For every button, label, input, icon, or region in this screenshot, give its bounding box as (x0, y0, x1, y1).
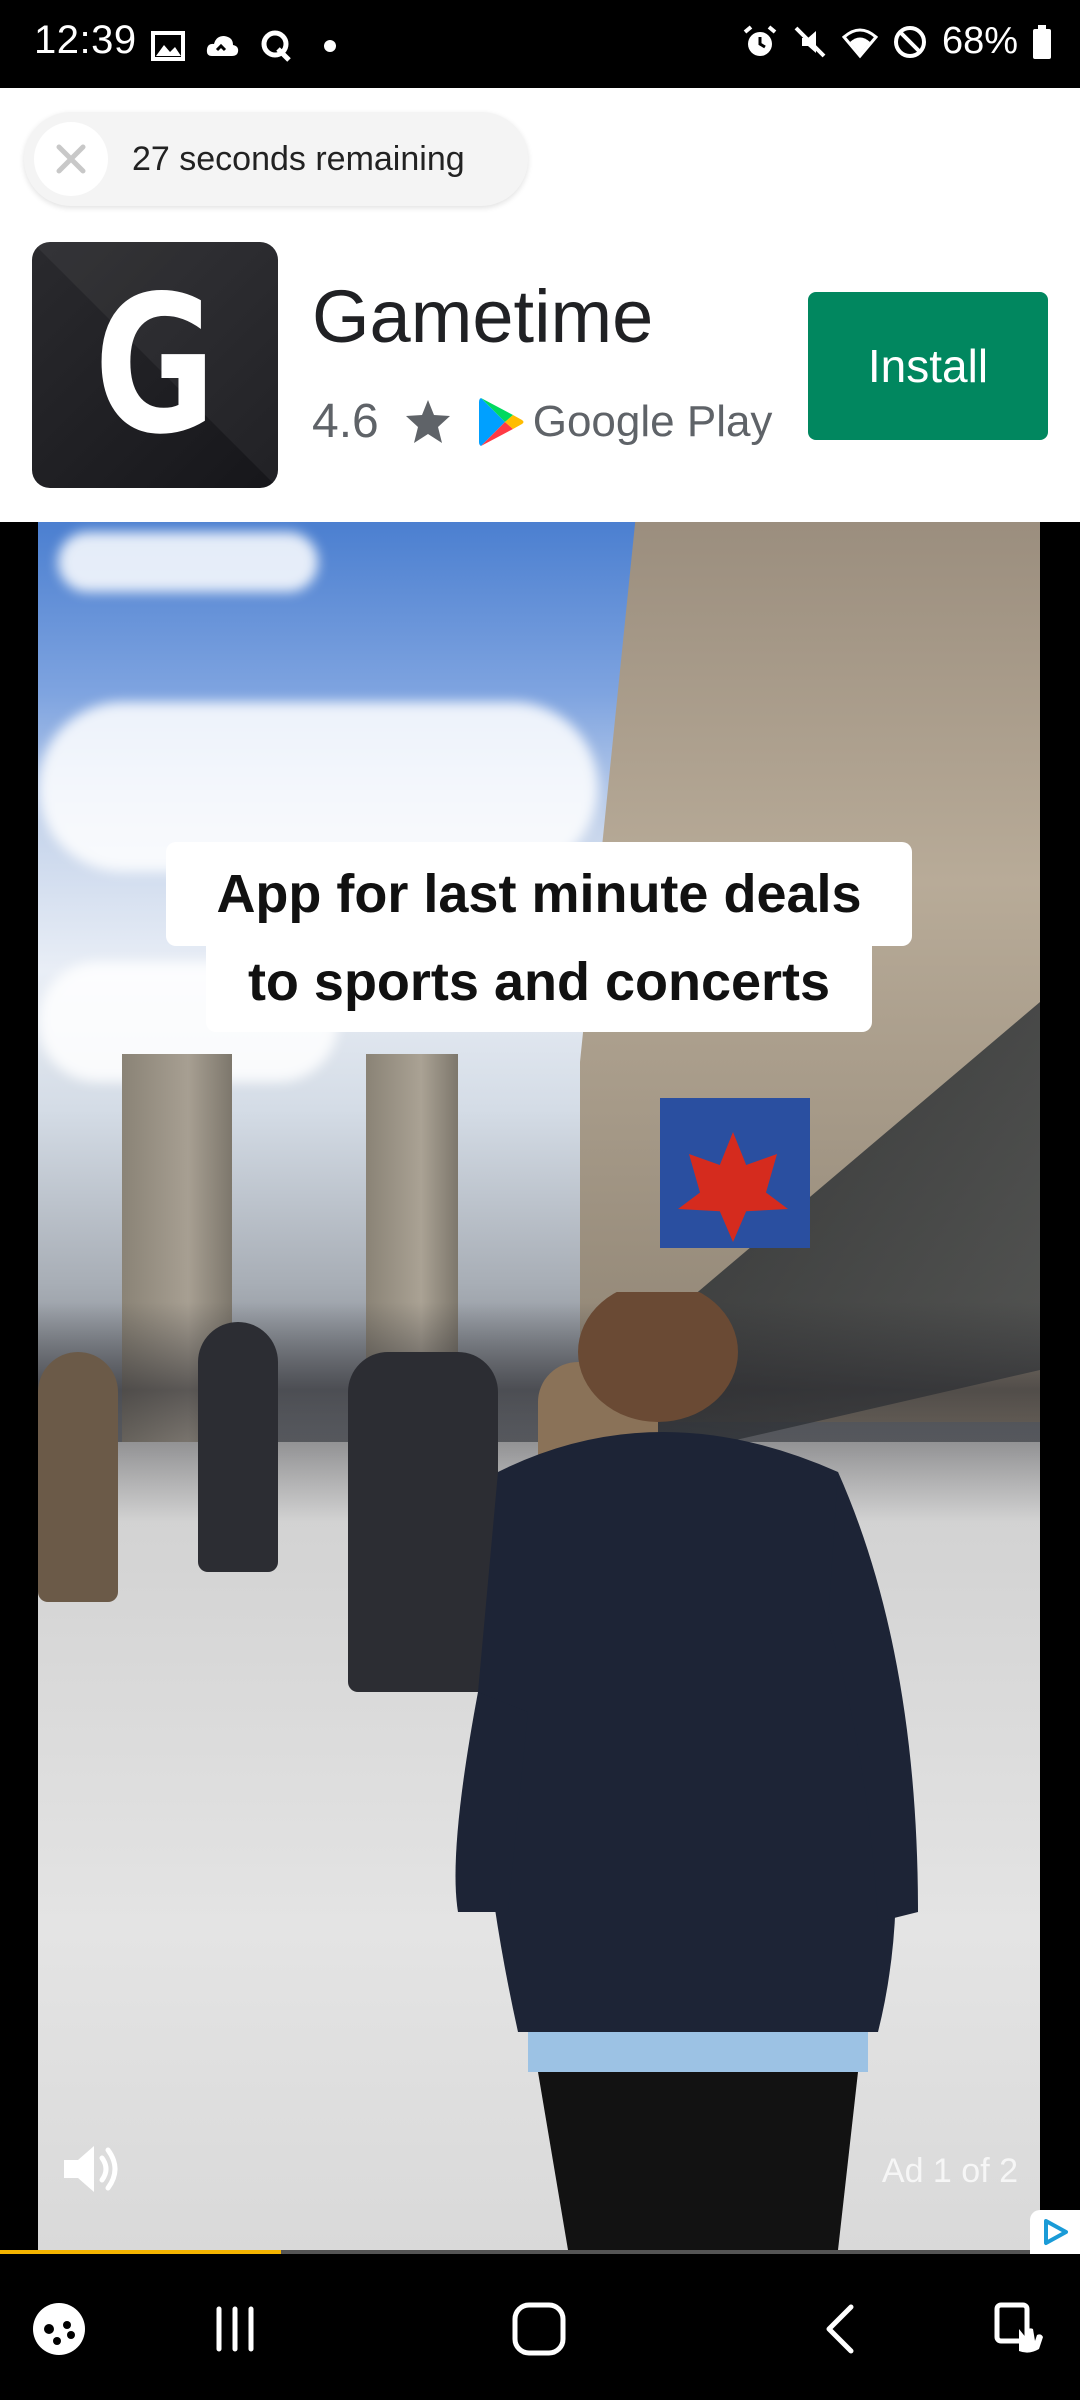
status-bar: 12:39 68% (0, 0, 1080, 88)
star-icon (405, 399, 450, 443)
install-button[interactable]: Install (808, 292, 1048, 440)
back-icon (826, 2304, 854, 2354)
caption-line-1: App for last minute deals (166, 842, 912, 946)
speaker-icon (64, 2146, 118, 2192)
app-name[interactable]: Gametime (312, 274, 653, 359)
ad-header: 27 seconds remaining G Gametime 4.6 Goog… (0, 88, 1080, 522)
app-icon[interactable]: G (32, 242, 278, 488)
battery-percent: 68% (941, 20, 1018, 62)
alarm-icon (743, 24, 777, 56)
cloud-shape (58, 532, 318, 592)
status-time: 12:39 (34, 18, 137, 62)
accessibility-icon (994, 2302, 1043, 2353)
game-launcher-button[interactable] (24, 2294, 94, 2364)
person-scene (198, 1322, 278, 1572)
app-icon-letter: G (94, 254, 216, 476)
man-scene (455, 1292, 918, 2250)
rating-row: 4.6 Google Play (312, 394, 772, 449)
dot-icon (324, 40, 336, 52)
adchoices-icon (1044, 2219, 1068, 2245)
caption-box: App for last minute deals to sports and … (166, 842, 912, 1032)
close-icon (56, 144, 86, 174)
close-ad-button[interactable] (34, 122, 108, 196)
battery-icon (1033, 24, 1051, 59)
caption-line-2: to sports and concerts (206, 932, 872, 1032)
timer-text: 27 seconds remaining (132, 139, 465, 178)
wifi-icon (841, 28, 878, 58)
home-icon (512, 2302, 566, 2356)
accessibility-button[interactable] (984, 2294, 1054, 2364)
rating-value: 4.6 (312, 395, 379, 448)
ad-counter: Ad 1 of 2 (881, 2152, 1018, 2190)
navigation-bar (0, 2254, 1080, 2400)
home-button[interactable] (504, 2294, 574, 2364)
do-not-disturb-icon (893, 25, 926, 58)
sound-toggle-button[interactable] (56, 2134, 126, 2204)
skip-timer-pill: 27 seconds remaining (24, 112, 528, 206)
store-name: Google Play (532, 396, 773, 446)
mute-icon (794, 26, 826, 57)
google-play-icon (478, 397, 524, 446)
ad-video[interactable]: App for last minute deals to sports and … (38, 522, 1040, 2250)
recent-apps-button[interactable] (200, 2294, 270, 2364)
status-left-icons (150, 28, 348, 64)
back-button[interactable] (806, 2294, 876, 2364)
cloud-icon (206, 36, 239, 56)
gallery-icon (151, 31, 185, 61)
adchoices-button[interactable] (1030, 2210, 1080, 2254)
person-scene (38, 1352, 118, 1602)
game-launcher-icon (33, 2303, 85, 2355)
q-icon (261, 30, 291, 62)
recent-apps-icon (216, 2306, 254, 2352)
status-right: 68% (742, 20, 1052, 63)
